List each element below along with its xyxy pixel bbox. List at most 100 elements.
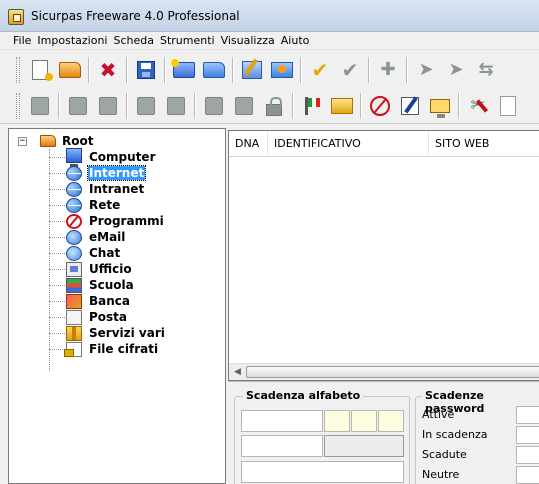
scadute-value — [516, 446, 539, 464]
tree-item-intranet[interactable]: Intranet — [49, 181, 145, 197]
scadute-label: Scadute — [422, 448, 467, 461]
folder-open-icon — [203, 62, 225, 78]
lock-disabled-button[interactable] — [262, 94, 286, 118]
disabled-button-3[interactable] — [96, 94, 120, 118]
scrollbar-thumb[interactable] — [246, 366, 539, 378]
collapse-toggle[interactable]: − — [18, 136, 27, 146]
tree-item-label: Banca — [89, 294, 130, 308]
tree-root-label: Root — [62, 134, 94, 148]
tree-item-posta[interactable]: Posta — [49, 309, 128, 325]
disabled-icon — [31, 96, 49, 115]
back-disabled-button[interactable]: ➤ — [414, 58, 438, 82]
tree-item-label: Ufficio — [89, 262, 132, 276]
monitor-button[interactable] — [428, 94, 452, 118]
tree-item-email[interactable]: eMail — [49, 229, 126, 245]
arrows-disabled-button[interactable]: ✚ — [376, 58, 400, 82]
tree-connector — [49, 268, 65, 270]
tree-item-computer[interactable]: Computer — [49, 148, 156, 167]
tree-item-programmi[interactable]: Programmi — [49, 213, 165, 229]
tree-connector — [49, 188, 65, 190]
toolbar-separator — [360, 92, 362, 119]
tools-icon: ✂ — [468, 95, 488, 116]
app-icon[interactable] — [8, 9, 24, 25]
tree-connector — [49, 220, 65, 222]
open-folder-button[interactable] — [202, 58, 226, 82]
horizontal-scrollbar[interactable]: ◀ — [229, 363, 539, 380]
tree-item-ufficio[interactable]: Ufficio — [49, 261, 133, 277]
tree-item-label: eMail — [89, 230, 126, 244]
programs-icon — [66, 213, 82, 229]
check-disabled-icon: ✔ — [341, 58, 359, 82]
toolbar-separator — [126, 57, 128, 83]
neutre-value — [516, 466, 539, 484]
tree-connector — [49, 284, 65, 286]
menu-scheda[interactable]: Scheda — [110, 34, 157, 47]
save-button[interactable] — [134, 58, 158, 82]
new-button[interactable] — [28, 58, 53, 82]
tree-connector — [49, 316, 65, 318]
alfabeto-field[interactable] — [241, 435, 323, 457]
column-header-identificativo[interactable]: IDENTIFICATIVO — [268, 131, 429, 157]
main-toolbar: ✖ ✔ ✔ ✚ ➤ ➤ ⇆ — [0, 52, 539, 88]
tree-item-internet[interactable]: Internet — [49, 165, 147, 181]
delete-button[interactable]: ✖ — [96, 58, 120, 82]
no-entry-icon — [370, 95, 390, 116]
tools-button[interactable]: ✂ — [466, 94, 490, 118]
forward-disabled-button[interactable]: ➤ — [444, 58, 468, 82]
tree-item-scuola[interactable]: Scuola — [49, 277, 135, 293]
open-button[interactable] — [58, 58, 82, 82]
folder-key-button[interactable] — [330, 94, 354, 118]
disabled-button-4[interactable] — [134, 94, 158, 118]
flag-button[interactable] — [300, 94, 324, 118]
toolbar-separator — [58, 92, 60, 119]
open-folder-icon — [59, 62, 81, 78]
tree-root[interactable]: − Root — [18, 133, 93, 149]
toolbar-grip[interactable] — [16, 92, 20, 119]
check-disabled-button[interactable]: ✔ — [338, 58, 362, 82]
blank-doc-button[interactable] — [496, 94, 520, 118]
menu-strumenti[interactable]: Strumenti — [157, 34, 218, 47]
column-header-dna[interactable]: DNA — [229, 131, 268, 157]
tree-item-rete[interactable]: Rete — [49, 197, 121, 213]
disabled-button-1[interactable] — [28, 94, 52, 118]
tree-item-label: Internet — [86, 165, 147, 181]
new-folder-button[interactable] — [171, 58, 196, 82]
disabled-button-6[interactable] — [202, 94, 226, 118]
disabled-button-5[interactable] — [164, 94, 188, 118]
scroll-left-icon[interactable]: ◀ — [230, 365, 245, 379]
disabled-button-7[interactable] — [232, 94, 256, 118]
alfabeto-cell[interactable] — [378, 410, 404, 432]
alfabeto-field[interactable] — [241, 410, 323, 432]
edit-pen-button[interactable] — [398, 94, 422, 118]
blank-doc-icon — [500, 95, 516, 116]
menu-aiuto[interactable]: Aiuto — [278, 34, 313, 47]
disabled-icon — [205, 96, 223, 115]
folder-key-icon — [331, 97, 353, 114]
menu-impostazioni[interactable]: Impostazioni — [34, 34, 110, 47]
password-list[interactable]: DNA IDENTIFICATIVO SITO WEB ◀ — [228, 130, 539, 381]
check-button[interactable]: ✔ — [308, 58, 332, 82]
tree-item-chat[interactable]: Chat — [49, 245, 121, 261]
disabled-button-2[interactable] — [66, 94, 90, 118]
check-icon: ✔ — [311, 58, 329, 82]
alfabeto-cell[interactable] — [351, 410, 377, 432]
toolbar-separator — [292, 92, 294, 119]
alfabeto-field[interactable] — [241, 461, 404, 483]
alfabeto-cell[interactable] — [324, 410, 350, 432]
alfabeto-field[interactable] — [324, 435, 404, 457]
tree-item-file-cifrati[interactable]: File cifrati — [49, 341, 159, 357]
move-folder-button[interactable] — [270, 58, 294, 82]
tree-item-banca[interactable]: Banca — [49, 293, 131, 309]
secondary-toolbar: ✂ — [0, 88, 539, 124]
column-header-sito-web[interactable]: SITO WEB — [429, 131, 539, 157]
tree-item-servizi-vari[interactable]: Servizi vari — [49, 325, 166, 341]
sync-disabled-button[interactable]: ⇆ — [474, 58, 498, 82]
category-tree[interactable]: − Root Computer Internet Intranet Rete P… — [8, 128, 226, 484]
edit-button[interactable] — [240, 58, 264, 82]
menu-visualizza[interactable]: Visualizza — [218, 34, 278, 47]
menu-file[interactable]: File — [10, 34, 34, 47]
toolbar-separator — [232, 57, 234, 83]
no-entry-button[interactable] — [368, 94, 392, 118]
toolbar-separator — [126, 92, 128, 119]
toolbar-grip[interactable] — [16, 57, 20, 83]
